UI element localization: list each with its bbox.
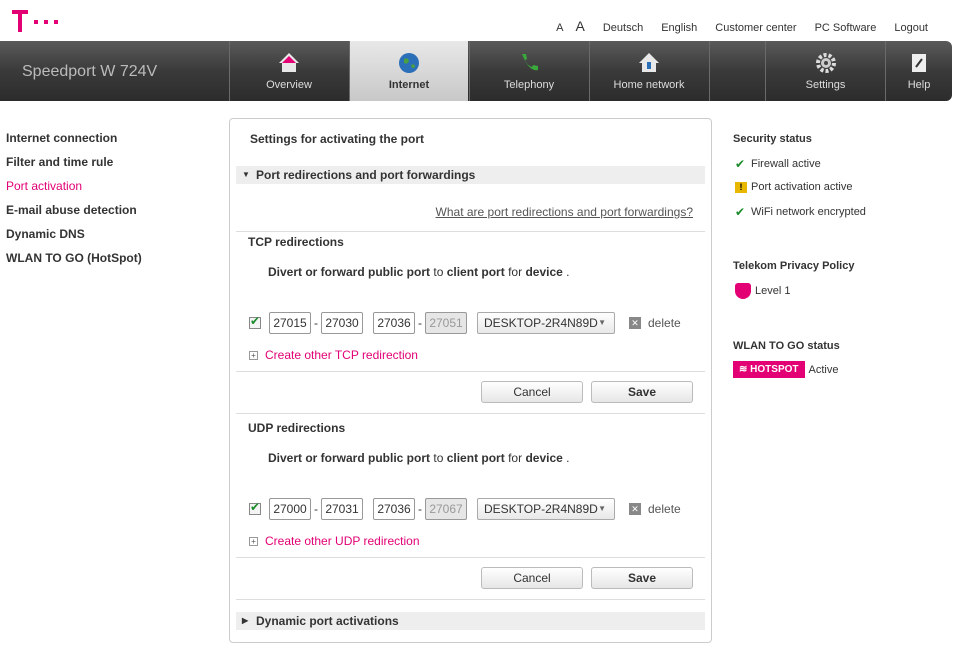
shield-icon [735,283,751,299]
chevron-down-icon: ▼ [598,504,606,513]
status-port-activation: ! Port activation active [735,181,853,193]
tcp-delete-button[interactable]: ✕ delete [629,316,681,330]
divider [236,413,705,414]
tcp-rule-row: 27015 - 27030 27036 - 27051 DESKTOP-2R4N… [249,312,681,334]
nav-help[interactable]: Help [885,41,952,101]
udp-save-button[interactable]: Save [591,567,693,589]
sidebar-item-internet-connection[interactable]: Internet connection [6,130,142,154]
sidebar: Internet connection Filter and time rule… [6,130,142,274]
status-wifi: ✔ WiFi network encrypted [735,205,866,219]
tcp-description: Divert or forward public port to client … [268,265,570,279]
help-link[interactable]: What are port redirections and port forw… [436,205,693,219]
udp-heading: UDP redirections [248,421,346,435]
section-title: Port redirections and port forwardings [256,168,476,182]
udp-delete-button[interactable]: ✕ delete [629,502,681,516]
port-settings-panel: Settings for activating the port ▼ Port … [229,118,712,643]
section-port-redirections[interactable]: ▼ Port redirections and port forwardings [236,166,705,184]
tcp-save-button[interactable]: Save [591,381,693,403]
privacy-level[interactable]: Level 1 [735,283,790,299]
check-icon: ✔ [735,157,746,171]
pc-software-link[interactable]: PC Software [815,22,877,34]
udp-cancel-button[interactable]: Cancel [481,567,583,589]
customer-center-link[interactable]: Customer center [715,22,796,34]
nav-label: Overview [266,79,312,91]
tcp-rule-checkbox[interactable] [249,314,261,329]
close-icon: ✕ [629,317,641,329]
font-small-link[interactable]: A [556,22,563,34]
section-dynamic-port-activations[interactable]: ▶ Dynamic port activations [236,612,705,630]
add-udp-redirection-link[interactable]: + Create other UDP redirection [249,534,420,548]
udp-description: Divert or forward public port to client … [268,451,570,465]
nav-home-network[interactable]: Home network [589,41,708,101]
device-brand: Speedport W 724V [22,63,158,80]
wlan-to-go-title: WLAN TO GO status [733,340,840,352]
phone-icon [522,54,538,71]
sidebar-item-wlan-to-go[interactable]: WLAN TO GO (HotSpot) [6,250,142,274]
tcp-client-port-to: 27051 [425,312,467,334]
tcp-heading: TCP redirections [248,235,344,249]
page-title: Settings for activating the port [250,132,425,146]
font-large-link[interactable]: A [576,18,585,34]
nav-label: Telephony [503,79,555,91]
chevron-down-icon: ▼ [598,318,606,327]
sidebar-item-filter-time-rule[interactable]: Filter and time rule [6,154,142,178]
divider [236,231,705,232]
nav-label: Internet [388,79,430,91]
tcp-cancel-button[interactable]: Cancel [481,381,583,403]
udp-public-port-from[interactable]: 27000 [269,498,311,520]
telekom-logo [8,8,60,34]
nav-divider [709,41,710,101]
hotspot-badge: ≋ HOTSPOT [733,361,805,378]
sidebar-item-port-activation[interactable]: Port activation [6,178,142,202]
nav-telephony[interactable]: Telephony [469,41,588,101]
section-title: Dynamic port activations [256,614,399,628]
check-icon: ✔ [735,205,746,219]
nav-label: Settings [805,79,846,91]
udp-device-select[interactable]: DESKTOP-2R4N89D ▼ [477,498,615,520]
udp-public-port-to[interactable]: 27031 [321,498,363,520]
udp-client-port-from[interactable]: 27036 [373,498,415,520]
udp-rule-row: 27000 - 27031 27036 - 27067 DESKTOP-2R4N… [249,498,681,520]
sidebar-item-email-abuse[interactable]: E-mail abuse detection [6,202,142,226]
nav-label: Help [907,79,931,91]
tcp-public-port-from[interactable]: 27015 [269,312,311,334]
udp-client-port-to: 27067 [425,498,467,520]
lang-english-link[interactable]: English [661,22,697,34]
divider [236,599,705,600]
tcp-device-select[interactable]: DESKTOP-2R4N89D ▼ [477,312,615,334]
collapse-icon: ▼ [242,170,250,179]
main-navbar: Speedport W 724V Overview Internet Telep… [0,41,952,101]
globe-icon [399,53,419,73]
sidebar-item-dynamic-dns[interactable]: Dynamic DNS [6,226,142,250]
status-firewall: ✔ Firewall active [735,157,821,171]
network-house-icon [639,53,659,72]
nav-label: Home network [613,79,685,91]
close-icon: ✕ [629,503,641,515]
nav-internet[interactable]: Internet [349,41,468,101]
privacy-policy-title: Telekom Privacy Policy [733,260,855,272]
add-tcp-redirection-link[interactable]: + Create other TCP redirection [249,348,418,362]
house-icon [279,53,299,72]
gear-icon [815,53,836,73]
plus-icon: + [249,350,258,360]
lang-deutsch-link[interactable]: Deutsch [603,22,643,34]
logout-link[interactable]: Logout [894,22,928,34]
divider [236,371,705,372]
nav-settings[interactable]: Settings [765,41,885,101]
tcp-public-port-to[interactable]: 27030 [321,312,363,334]
hotspot-status: ≋ HOTSPOT Active [733,361,838,378]
plus-icon: + [249,536,258,546]
top-links: A A Deutsch English Customer center PC S… [538,18,928,34]
expand-icon: ▶ [242,616,249,625]
help-book-icon [912,54,926,72]
warning-icon: ! [735,181,747,193]
divider [236,557,705,558]
nav-overview[interactable]: Overview [229,41,348,101]
security-status-title: Security status [733,133,812,145]
udp-rule-checkbox[interactable] [249,500,261,515]
tcp-client-port-from[interactable]: 27036 [373,312,415,334]
